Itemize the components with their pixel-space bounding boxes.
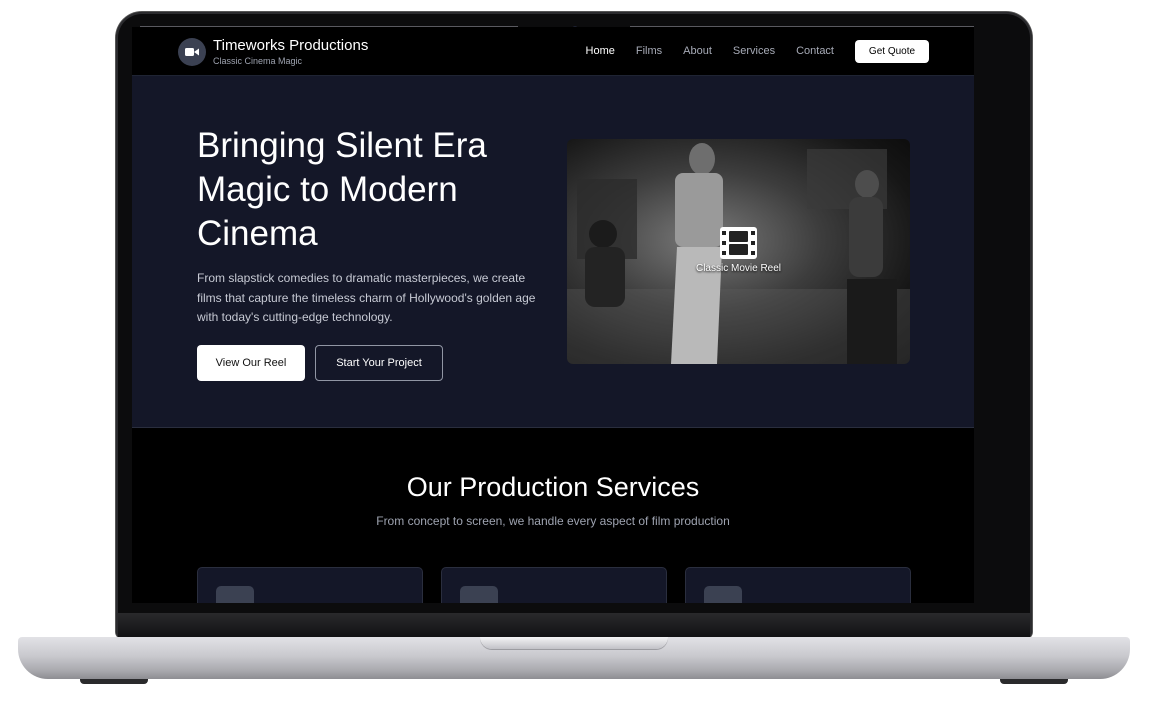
nav-link-contact[interactable]: Contact bbox=[796, 45, 834, 57]
clapperboard-icon bbox=[460, 586, 498, 603]
nav-link-services[interactable]: Services bbox=[733, 45, 775, 57]
film-icon bbox=[720, 227, 757, 259]
laptop-hinge bbox=[118, 613, 1030, 637]
service-card-2[interactable] bbox=[441, 567, 667, 603]
screen: Timeworks Productions Classic Cinema Mag… bbox=[132, 27, 974, 603]
nav-link-films[interactable]: Films bbox=[636, 45, 662, 57]
nav-link-home[interactable]: Home bbox=[586, 45, 615, 57]
brand-title[interactable]: Timeworks Productions bbox=[213, 37, 368, 54]
hero-section: Bringing Silent Era Magic to Modern Cine… bbox=[132, 76, 974, 428]
laptop-foot-left bbox=[80, 679, 148, 684]
get-quote-button[interactable]: Get Quote bbox=[855, 39, 929, 63]
laptop-foot-right bbox=[1000, 679, 1068, 684]
reel-caption: Classic Movie Reel bbox=[695, 263, 782, 274]
hero-title: Bringing Silent Era Magic to Modern Cine… bbox=[197, 126, 487, 253]
service-card-1[interactable] bbox=[197, 567, 423, 603]
megaphone-icon bbox=[704, 586, 742, 603]
start-project-button[interactable]: Start Your Project bbox=[315, 345, 443, 381]
hero-description: From slapstick comedies to dramatic mast… bbox=[197, 271, 536, 324]
movie-reel-video[interactable]: Classic Movie Reel bbox=[567, 139, 910, 364]
services-section: Our Production Services From concept to … bbox=[132, 428, 974, 603]
video-camera-icon[interactable] bbox=[178, 38, 206, 66]
services-subtitle: From concept to screen, we handle every … bbox=[376, 514, 730, 528]
brand-subtitle: Classic Cinema Magic bbox=[213, 56, 303, 66]
top-navigation: Timeworks Productions Classic Cinema Mag… bbox=[132, 27, 974, 76]
service-card-3[interactable] bbox=[685, 567, 911, 603]
nav-links: Home Films About Services Contact Get Qu… bbox=[586, 27, 974, 75]
nav-link-about[interactable]: About bbox=[683, 45, 712, 57]
camera-icon bbox=[216, 586, 254, 603]
laptop-notch bbox=[480, 637, 668, 649]
view-reel-button[interactable]: View Our Reel bbox=[197, 345, 305, 381]
services-title: Our Production Services bbox=[406, 472, 700, 502]
